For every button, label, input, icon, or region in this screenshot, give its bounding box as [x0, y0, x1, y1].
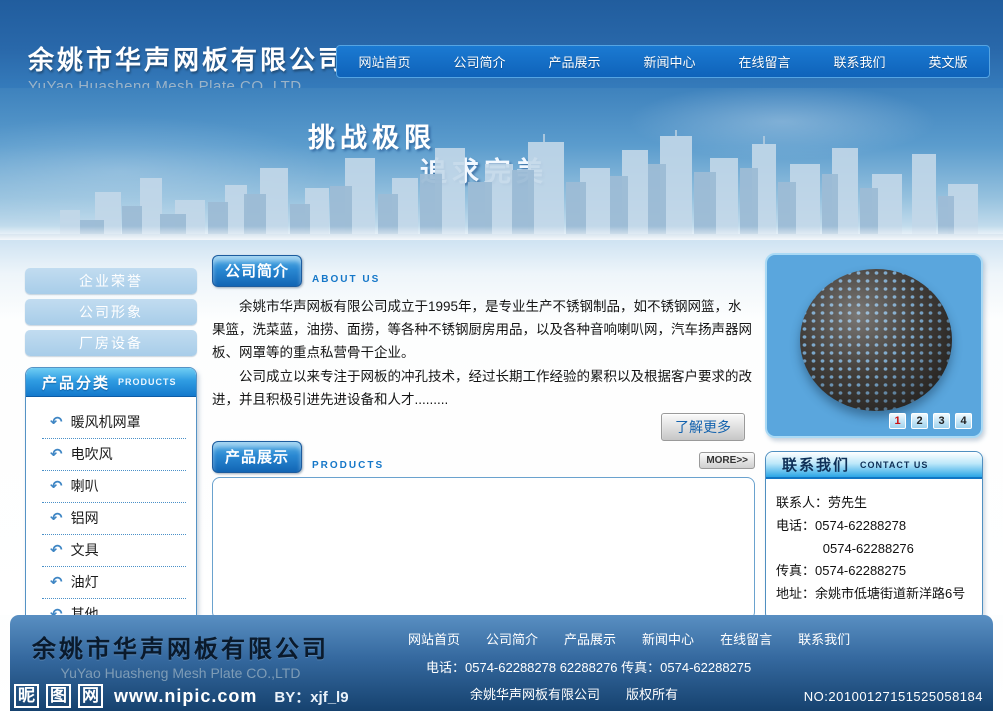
contact-info: 联系人：劳先生 电话：0574-62288278 0574-62288276 传… — [766, 479, 982, 620]
products-title-button[interactable]: 产品展示 — [212, 441, 302, 473]
learn-more-button[interactable]: 了解更多 — [661, 413, 745, 441]
contact-phone-2: 0574-62288276 — [776, 538, 974, 561]
city-skyline-image — [0, 130, 1003, 240]
main-navigation: 网站首页 公司简介 产品展示 新闻中心 在线留言 联系我们 英文版 — [336, 45, 990, 78]
watermark-char: 图 — [46, 684, 71, 708]
product-category-title: 产品分类 — [42, 372, 110, 393]
sidebar-item-company-image[interactable]: 公司形象 — [25, 299, 197, 325]
product-category-title-en: PRODUCTS — [118, 377, 177, 387]
site-footer: 余姚市华声网板有限公司 YuYao Huasheng Mesh Plate CO… — [10, 615, 993, 711]
footer-serial-number: NO:20100127151525058184 — [804, 689, 983, 704]
footer-link-home[interactable]: 网站首页 — [408, 629, 460, 648]
about-section-header: 公司简介 ABOUT US — [212, 255, 755, 287]
curved-arrow-icon: ↶ — [50, 573, 63, 591]
site-header: 余姚市华声网板有限公司 YuYao Huasheng Mesh Plate CO… — [0, 0, 1003, 88]
nav-item-products[interactable]: 产品展示 — [538, 48, 610, 75]
nav-item-guestbook[interactable]: 在线留言 — [728, 48, 800, 75]
nav-item-news[interactable]: 新闻中心 — [633, 48, 705, 75]
watermark-author: BY：xjf_l9 — [274, 686, 348, 707]
sidebar-item-factory-equipment[interactable]: 厂房设备 — [25, 330, 197, 356]
about-paragraph-1: 余姚市华声网板有限公司成立于1995年，是专业生产不锈钢制品，如不锈钢网篮，水果… — [212, 295, 755, 365]
footer-links: 网站首页 公司简介 产品展示 新闻中心 在线留言 联系我们 — [408, 629, 878, 648]
nav-item-home[interactable]: 网站首页 — [348, 48, 420, 75]
contact-title-english: CONTACT US — [860, 460, 928, 470]
footer-link-news[interactable]: 新闻中心 — [642, 629, 694, 648]
left-sidebar: 企业荣誉 公司形象 厂房设备 产品分类 PRODUCTS ↶ 暖风机网罩 ↶ 电… — [25, 268, 197, 646]
contact-panel: 联系我们 CONTACT US 联系人：劳先生 电话：0574-62288278… — [765, 451, 983, 621]
watermark-char: 昵 — [14, 684, 39, 708]
products-section-header: 产品展示 PRODUCTS MORE>> — [212, 441, 755, 473]
category-label: 铝网 — [71, 508, 99, 528]
contact-address: 地址：余姚市低塘街道新洋路6号 — [776, 583, 974, 606]
main-column: 公司简介 ABOUT US 余姚市华声网板有限公司成立于1995年，是专业生产不… — [212, 255, 755, 620]
contact-phone-1: 电话：0574-62288278 — [776, 515, 974, 538]
slider-page-2[interactable]: 2 — [911, 413, 928, 429]
footer-link-contact[interactable]: 联系我们 — [798, 629, 850, 648]
curved-arrow-icon: ↶ — [50, 541, 63, 559]
category-item-stationery[interactable]: ↶ 文具 — [42, 535, 186, 567]
company-name: 余姚市华声网板有限公司 — [28, 40, 347, 77]
contact-fax: 传真：0574-62288275 — [776, 560, 974, 583]
category-item-speaker[interactable]: ↶ 喇叭 — [42, 471, 186, 503]
website-page: 余姚市华声网板有限公司 YuYao Huasheng Mesh Plate CO… — [0, 0, 1003, 711]
company-logo: 余姚市华声网板有限公司 YuYao Huasheng Mesh Plate CO… — [28, 40, 347, 95]
curved-arrow-icon: ↶ — [50, 445, 63, 463]
category-item-hairdryer[interactable]: ↶ 电吹风 — [42, 439, 186, 471]
watermark-char: 网 — [78, 684, 103, 708]
mesh-dome-product-image — [800, 269, 952, 411]
watermark-url: www.nipic.com — [114, 686, 257, 707]
about-title-button[interactable]: 公司简介 — [212, 255, 302, 287]
content-area: 企业荣誉 公司形象 厂房设备 产品分类 PRODUCTS ↶ 暖风机网罩 ↶ 电… — [0, 240, 1003, 615]
category-item-heater-mesh[interactable]: ↶ 暖风机网罩 — [42, 407, 186, 439]
contact-panel-header: 联系我们 CONTACT US — [766, 452, 982, 479]
nipic-watermark: 昵 图 网 www.nipic.com BY：xjf_l9 — [14, 684, 349, 708]
nav-item-english[interactable]: 英文版 — [918, 48, 977, 75]
category-item-oil-lamp[interactable]: ↶ 油灯 — [42, 567, 186, 599]
right-column: 1 2 3 4 联系我们 CONTACT US 联系人：劳先生 电话：0574-… — [765, 253, 983, 621]
contact-title: 联系我们 — [782, 454, 850, 475]
category-label: 文具 — [71, 540, 99, 560]
slider-page-1[interactable]: 1 — [889, 413, 906, 429]
product-category-panel: 产品分类 PRODUCTS ↶ 暖风机网罩 ↶ 电吹风 ↶ 喇叭 — [25, 367, 197, 646]
footer-link-products[interactable]: 产品展示 — [564, 629, 616, 648]
curved-arrow-icon: ↶ — [50, 477, 63, 495]
curved-arrow-icon: ↶ — [50, 509, 63, 527]
slider-page-3[interactable]: 3 — [933, 413, 950, 429]
footer-company-block: 余姚市华声网板有限公司 YuYao Huasheng Mesh Plate CO… — [32, 629, 329, 681]
footer-company-name-english: YuYao Huasheng Mesh Plate CO.,LTD — [32, 665, 329, 681]
footer-phone-line: 电话：0574-62288278 62288276 传真：0574-622882… — [426, 657, 878, 676]
slider-pagination: 1 2 3 4 — [889, 413, 972, 429]
about-title-english: ABOUT US — [312, 274, 380, 285]
products-more-button[interactable]: MORE>> — [699, 452, 755, 469]
curved-arrow-icon: ↶ — [50, 413, 63, 431]
nav-item-contact[interactable]: 联系我们 — [823, 48, 895, 75]
category-label: 油灯 — [71, 572, 99, 592]
product-image-slider: 1 2 3 4 — [765, 253, 983, 438]
category-label: 喇叭 — [71, 476, 99, 496]
footer-link-about[interactable]: 公司简介 — [486, 629, 538, 648]
slider-page-4[interactable]: 4 — [955, 413, 972, 429]
product-category-header: 产品分类 PRODUCTS — [26, 368, 196, 397]
footer-company-name: 余姚市华声网板有限公司 — [32, 629, 329, 664]
banner-bottom-fade — [0, 226, 1003, 240]
contact-person: 联系人：劳先生 — [776, 492, 974, 515]
about-paragraph-2: 公司成立以来专注于网板的冲孔技术，经过长期工作经验的累积以及根据客户要求的改进，… — [212, 365, 755, 411]
hero-banner: 挑战极限 追求完美 — [0, 88, 1003, 240]
products-title-english: PRODUCTS — [312, 460, 384, 471]
category-item-aluminum-mesh[interactable]: ↶ 铝网 — [42, 503, 186, 535]
category-label: 暖风机网罩 — [71, 412, 141, 432]
product-category-list: ↶ 暖风机网罩 ↶ 电吹风 ↶ 喇叭 ↶ 铝网 — [26, 397, 196, 645]
footer-link-guestbook[interactable]: 在线留言 — [720, 629, 772, 648]
nav-item-about[interactable]: 公司简介 — [443, 48, 515, 75]
sidebar-item-honors[interactable]: 企业荣誉 — [25, 268, 197, 294]
about-text: 余姚市华声网板有限公司成立于1995年，是专业生产不锈钢制品，如不锈钢网篮，水果… — [212, 295, 755, 411]
category-label: 电吹风 — [71, 444, 113, 464]
products-display-box — [212, 477, 755, 620]
